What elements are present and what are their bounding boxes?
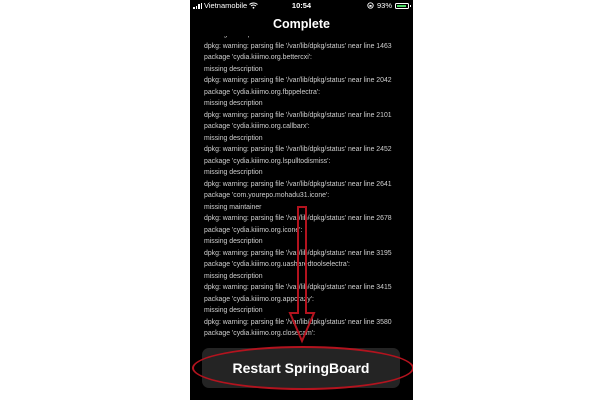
battery-icon [395,2,411,9]
log-line: package 'cydia.kiiimo.org.uasharedtoolse… [204,261,350,268]
restart-button-label: Restart SpringBoard [232,360,370,376]
log-line: missing description [204,272,263,280]
log-line: package 'cydia.kiiimo.org.closecam': [204,330,316,337]
log-line: package 'cydia.kiiimo.org.callbarx': [204,123,310,130]
log-line: dpkg: warning: parsing file '/var/lib/dp… [204,146,392,153]
battery-cap [409,4,411,7]
orientation-lock-icon [367,2,374,9]
log-line: missing description [204,307,263,314]
log-line: missing description [204,340,392,342]
battery-percent: 93% [376,1,392,10]
log-line: dpkg: warning: parsing file '/var/lib/dp… [204,215,392,222]
nav-bar: Complete [190,12,413,36]
log-line: package 'cydia.kiiimo.org.fbppelectra': [204,88,321,96]
log-line: dpkg: warning: parsing file '/var/lib/dp… [204,77,392,84]
log-line: package 'com.yourepo.mohadu31.icone': [204,192,330,199]
log-line: dpkg: warning: parsing file '/var/lib/dp… [204,249,392,257]
log-line: dpkg: warning: parsing file '/var/lib/dp… [204,42,392,50]
log-line: missing description [204,238,263,245]
restart-springboard-button[interactable]: Restart SpringBoard [202,348,400,388]
log-line: missing maintainer [204,203,262,211]
log-line: package 'cydia.kiiimo.org.appcrazy': [204,295,314,303]
install-log[interactable]: missing description dpkg: warning: parsin… [204,36,409,341]
status-right: 93% [367,1,411,10]
phone-screen: Vietnamobile 10:54 93% Complete missing … [190,0,413,400]
log-line: dpkg: warning: parsing file '/var/lib/dp… [204,318,392,326]
log-line: package 'cydia.kiiimo.org.bettercxi': [204,54,312,61]
log-line: package 'cydia.kiiimo.org.lspulltodismis… [204,157,331,165]
page-title: Complete [273,17,330,31]
log-line: missing description [204,100,263,107]
battery-level [397,4,407,7]
log-lines: missing description dpkg: warning: parsin… [204,36,392,341]
log-line: missing description [204,65,263,73]
log-line: package 'cydia.kiiimo.org.icone': [204,226,303,234]
status-bar: Vietnamobile 10:54 93% [190,0,413,12]
log-line: dpkg: warning: parsing file '/var/lib/dp… [204,284,392,291]
log-line: dpkg: warning: parsing file '/var/lib/dp… [204,180,392,188]
log-line: missing description [204,134,263,142]
log-line: missing description [204,169,263,176]
log-line: dpkg: warning: parsing file '/var/lib/dp… [204,111,392,119]
